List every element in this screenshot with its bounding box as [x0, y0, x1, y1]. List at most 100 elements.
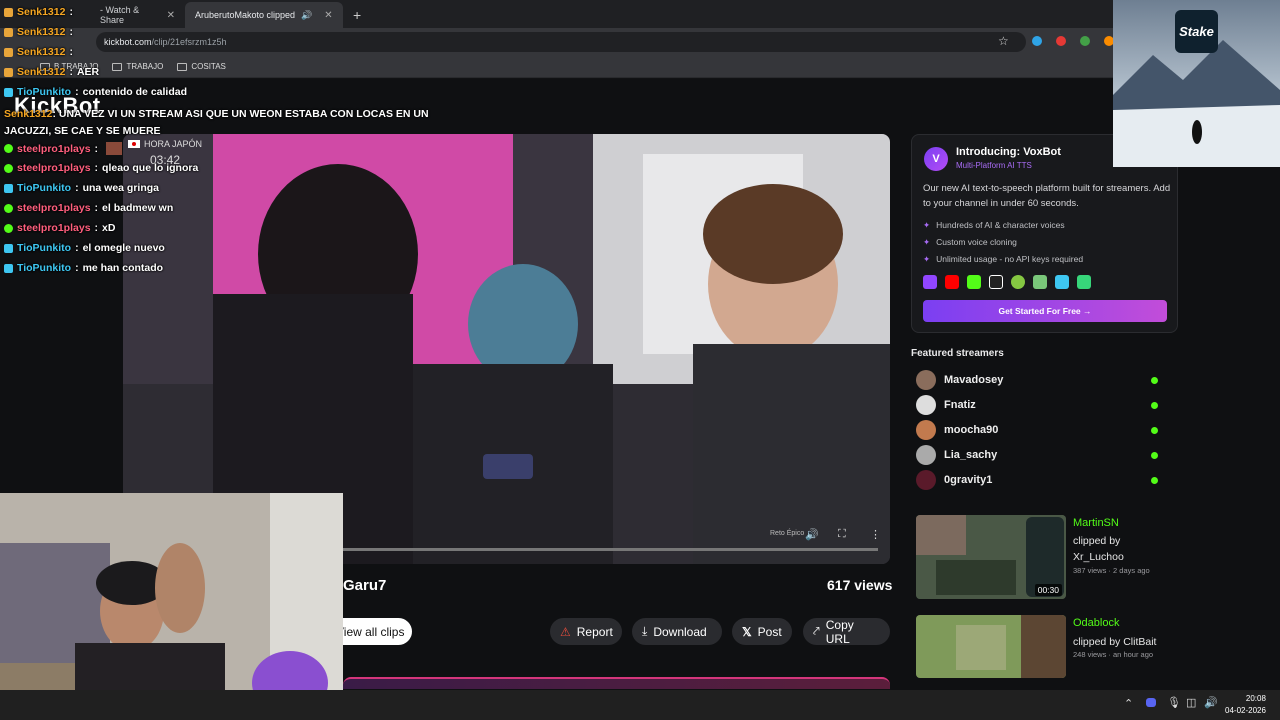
extension-icon[interactable] [1032, 36, 1042, 46]
report-button[interactable]: ⚠ Report [550, 618, 622, 645]
url-field[interactable]: kickbot.com /clip/21efsrzm1z5h [96, 32, 1026, 52]
clip-thumbnail-image [916, 615, 1066, 678]
speaker-icon[interactable]: 🔊 [301, 10, 312, 21]
chat-separator: : [69, 6, 73, 18]
tab-label: - Watch & Share [100, 5, 140, 25]
more-options-icon[interactable]: ⋮ [870, 528, 881, 541]
badge-icon [4, 67, 13, 77]
chat-username: Senk1312 [17, 26, 66, 38]
video-progress-bar[interactable] [343, 548, 878, 551]
chat-separator: : [75, 262, 79, 274]
feature-text: Unlimited usage - no API keys required [936, 254, 1084, 264]
chat-separator: : [94, 142, 99, 155]
browser-tab-active[interactable]: AruberutoMakoto clipped 🔊 ✕ [185, 2, 343, 28]
chat-separator: : [69, 46, 73, 58]
avatar [916, 470, 936, 490]
view-count: 617 views [827, 577, 893, 593]
extension-icon[interactable] [1080, 36, 1090, 46]
chat-username: Senk1312 [4, 108, 53, 120]
warning-icon: ⚠ [560, 624, 571, 639]
view-all-clips-button[interactable]: View all clips [332, 618, 412, 645]
chat-username: Senk1312 [17, 6, 66, 18]
download-icon: ⤓ [642, 624, 648, 638]
webcam-overlay [0, 493, 343, 720]
close-icon[interactable]: ✕ [324, 10, 332, 21]
folder-icon [112, 62, 123, 71]
featured-streamer-item[interactable]: Lia_sachy [916, 445, 1166, 465]
chat-username: steelpro1plays [17, 162, 91, 174]
streamer-name: Fnatiz [944, 399, 976, 411]
chat-separator: : [75, 182, 79, 194]
badge-icon [4, 47, 13, 57]
browser-tab-bar: - Watch & Share ✕ AruberutoMakoto clippe… [0, 0, 1280, 28]
platform-icons [923, 275, 1091, 289]
bookmark-folder[interactable]: COSITAS [177, 62, 226, 71]
chat-text: qleao que lo ignora [102, 162, 199, 174]
new-tab-button[interactable]: + [343, 2, 371, 28]
bookmark-star-icon[interactable]: ☆ [998, 34, 1009, 48]
featured-streamer-item[interactable]: Fnatiz [916, 395, 1166, 415]
chat-separator: : [75, 86, 79, 98]
download-button[interactable]: ⤓ Download [632, 618, 722, 645]
clip-thumbnail[interactable]: 00:30 [916, 515, 1066, 599]
taskbar [0, 690, 1280, 720]
copy-url-button[interactable]: ⤤ Copy URL [803, 618, 890, 646]
chat-message: TioPunkito: contenido de calidad [4, 86, 187, 98]
chat-message: Senk1312: [4, 6, 77, 18]
volume-icon[interactable]: 🔊 [805, 528, 819, 541]
live-indicator [1151, 401, 1158, 409]
discord-icon[interactable] [1146, 698, 1156, 707]
url-domain: kickbot.com [104, 37, 152, 47]
chat-username: Senk1312 [17, 66, 66, 78]
badge-icon [4, 243, 13, 253]
chevron-up-icon[interactable]: ⌃ [1124, 697, 1133, 710]
plus-icon: ✦ [923, 254, 931, 264]
microphone-icon[interactable]: 🎙 [1167, 696, 1181, 709]
fullscreen-icon[interactable]: ⛶ [838, 528, 846, 541]
video-overlay-label: HORA JAPÓN [128, 139, 202, 149]
chat-separator: : [94, 222, 99, 234]
clip-clipper[interactable]: Xr_Luchoo [1073, 549, 1124, 565]
chat-username: steelpro1plays [17, 202, 91, 214]
clip-meta: 387 views · 2 days ago [1073, 566, 1150, 575]
live-indicator [1151, 476, 1158, 484]
featured-streamer-item[interactable]: Mavadosey [916, 370, 1166, 390]
voxbot-feature: ✦ Hundreds of AI & character voices [923, 220, 1065, 231]
featured-streamer-item[interactable]: moocha90 [916, 420, 1166, 440]
badge-icon [4, 183, 13, 193]
stake-ad-overlay: Stake [1113, 0, 1280, 167]
network-icon[interactable]: ◫ [1186, 696, 1196, 709]
streamer-name[interactable]: Garu7 [343, 577, 386, 594]
streamer-name: Mavadosey [944, 374, 1004, 386]
chat-message: steelpro1plays: [4, 142, 123, 155]
chat-text: una wea gringa [82, 182, 159, 194]
clip-by-label: clipped by ClitBait [1073, 636, 1157, 648]
volume-icon[interactable]: 🔊 [1204, 696, 1218, 709]
badge-icon [4, 144, 13, 153]
voxbot-feature: ✦ Custom voice cloning [923, 237, 1017, 248]
chat-message: steelpro1plays: xD [4, 222, 115, 234]
feature-text: Custom voice cloning [936, 237, 1017, 247]
clip-meta: 248 views · an hour ago [1073, 650, 1154, 659]
badge-icon [4, 203, 13, 213]
chat-text: el badmew wn [102, 202, 174, 214]
chat-text: AER [76, 66, 100, 78]
voxbot-description: Our new AI text-to-speech platform built… [923, 183, 1171, 209]
bookmark-label: COSITAS [191, 62, 226, 71]
clip-thumbnail[interactable] [916, 615, 1066, 678]
post-button[interactable]: 𝕏 Post [732, 618, 792, 645]
banner-strip [343, 677, 890, 689]
chat-message: TioPunkito: el omegle nuevo [4, 242, 165, 254]
featured-streamer-item[interactable]: 0gravity1 [916, 470, 1166, 490]
clip-streamer-name[interactable]: Odablock [1073, 617, 1119, 629]
platform-icon [1077, 275, 1091, 289]
bookmark-folder[interactable]: TRABAJO [112, 62, 163, 71]
close-icon[interactable]: ✕ [167, 10, 175, 21]
live-indicator [1151, 451, 1158, 459]
system-clock[interactable]: 20:08 04-02-2026 [1225, 693, 1266, 717]
clip-streamer-name[interactable]: MartinSN [1073, 517, 1119, 529]
chat-message-long: Senk1312: UNA VEZ VI UN STREAM ASI QUE U… [4, 106, 444, 140]
badge-icon [4, 87, 13, 97]
extension-icon[interactable] [1056, 36, 1066, 46]
get-started-button[interactable]: Get Started For Free → [923, 300, 1167, 322]
